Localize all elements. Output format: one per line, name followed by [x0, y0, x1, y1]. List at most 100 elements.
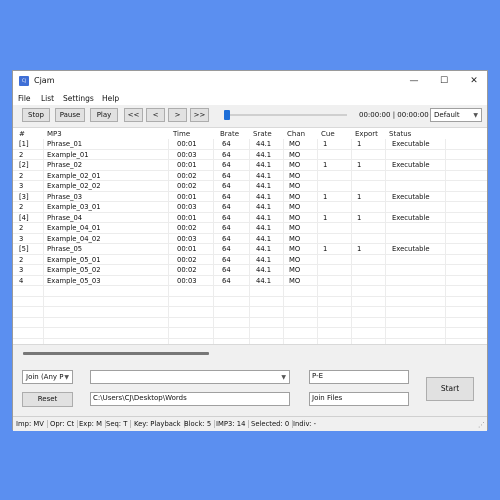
cell-brate: 64 — [222, 266, 231, 274]
cell-brate: 64 — [222, 161, 231, 169]
seek-slider-thumb[interactable] — [224, 110, 230, 120]
status-imp3: IMP3: 14 — [216, 420, 250, 428]
cell-srate: 44.1 — [256, 224, 272, 232]
cell-srate: 44.1 — [256, 234, 272, 243]
cell-chan: MO — [289, 276, 301, 285]
table-row[interactable]: [5] Phrase_05 00:01 64 44.1 MO 1 1 Executable — [13, 244, 487, 255]
cell-chan: MO — [289, 245, 301, 253]
table-row[interactable]: 2 Example_04_01 00:02 64 44.1 MO — [13, 223, 487, 234]
cell-brate: 64 — [222, 224, 231, 232]
pe-field-value: P-E — [312, 372, 324, 380]
empty-row — [13, 297, 487, 307]
cell-chan: MO — [289, 266, 301, 274]
title-bar[interactable]: CJ Cjam — ☐ ✕ — [13, 71, 487, 92]
first-button[interactable]: << — [124, 108, 143, 122]
cell-chan: MO — [289, 224, 301, 232]
column-header-mp3[interactable]: MP3 — [47, 130, 62, 138]
column-header-srate[interactable]: Srate — [253, 130, 272, 138]
resize-grip-icon[interactable]: ⋰ — [478, 421, 485, 429]
cell-srate: 44.1 — [256, 150, 272, 159]
cell-chan: MO — [289, 140, 301, 148]
table-row[interactable]: 4 Example_05_03 00:03 64 44.1 MO — [13, 276, 487, 286]
column-header-time[interactable]: Time — [173, 130, 190, 138]
previous-button[interactable]: < — [146, 108, 165, 122]
menu-help[interactable]: Help — [102, 94, 119, 103]
reset-button[interactable]: Reset — [22, 392, 73, 407]
track-list[interactable]: # MP3 Time Brate Srate Chan Cue Export S… — [13, 127, 487, 345]
cell-brate: 64 — [222, 245, 231, 253]
column-header-chan[interactable]: Chan — [287, 130, 305, 138]
cell-time: 00:02 — [177, 182, 197, 190]
cell-mp3: Example_05_02 — [47, 266, 101, 274]
column-header-status[interactable]: Status — [389, 130, 411, 138]
table-row[interactable]: [1] Phrase_01 00:01 64 44.1 MO 1 1 Executable — [13, 139, 487, 150]
start-button[interactable]: Start — [426, 377, 474, 401]
menu-file[interactable]: File — [18, 94, 31, 103]
table-row[interactable]: [2] Phrase_02 00:01 64 44.1 MO 1 1 Executable — [13, 160, 487, 171]
pe-field[interactable]: P-E — [309, 370, 409, 384]
cell-time: 00:02 — [177, 224, 197, 232]
menu-bar: File List Settings Help — [13, 92, 487, 105]
maximize-button[interactable]: ☐ — [429, 71, 459, 92]
cell-cue: 1 — [323, 161, 328, 169]
time-readout: 00:00:00 | 00:00:00 — [359, 111, 429, 119]
stop-button[interactable]: Stop — [22, 108, 50, 122]
next-button[interactable]: > — [168, 108, 187, 122]
cell-number: [4] — [19, 213, 29, 222]
chevron-down-icon: ▼ — [281, 374, 286, 381]
cell-srate: 44.1 — [256, 266, 272, 274]
path-field[interactable]: C:\Users\CJ\Desktop\Words — [90, 392, 290, 406]
cell-export: 1 — [357, 140, 362, 148]
close-button[interactable]: ✕ — [459, 71, 489, 92]
cell-time: 00:01 — [177, 213, 197, 222]
cell-status: Executable — [392, 245, 430, 253]
menu-list[interactable]: List — [41, 94, 54, 103]
list-header: # MP3 Time Brate Srate Chan Cue Export S… — [13, 128, 487, 139]
status-seq: Seq: T — [106, 420, 132, 428]
total-duration: | 00:00:00 — [392, 111, 429, 119]
table-row[interactable]: 2 Example_03_01 00:03 64 44.1 MO — [13, 202, 487, 213]
table-row[interactable]: 3 Example_05_02 00:02 64 44.1 MO — [13, 265, 487, 276]
cell-chan: MO — [289, 192, 301, 201]
cell-status: Executable — [392, 192, 430, 201]
cell-number: 2 — [19, 224, 24, 232]
cell-number: [1] — [19, 140, 29, 148]
chevron-down-icon: ▼ — [473, 112, 478, 119]
join-mode-dropdown[interactable]: Join (Any P ▼ — [22, 370, 73, 384]
join-files-field[interactable]: Join Files — [309, 392, 409, 406]
cell-chan: MO — [289, 161, 301, 169]
menu-settings[interactable]: Settings — [63, 94, 94, 103]
table-row[interactable]: 2 Example_02_01 00:02 64 44.1 MO — [13, 171, 487, 181]
minimize-button[interactable]: — — [399, 71, 429, 92]
cell-export: 1 — [357, 213, 362, 222]
preset-dropdown[interactable]: Default ▼ — [430, 108, 482, 122]
cell-status: Executable — [392, 213, 430, 222]
status-indiv: Indiv: - — [293, 420, 317, 428]
column-header-brate[interactable]: Brate — [220, 130, 239, 138]
table-row[interactable]: [3] Phrase_03 00:01 64 44.1 MO 1 1 Executable — [13, 192, 487, 202]
cell-chan: MO — [289, 255, 301, 264]
cell-number: 4 — [19, 276, 24, 285]
play-button[interactable]: Play — [90, 108, 118, 122]
table-row[interactable]: [4] Phrase_04 00:01 64 44.1 MO 1 1 Executable — [13, 213, 487, 223]
table-row[interactable]: 2 Example_05_01 00:02 64 44.1 MO — [13, 255, 487, 265]
cell-time: 00:02 — [177, 255, 197, 264]
column-header-export[interactable]: Export — [355, 130, 378, 138]
seek-track[interactable] — [227, 114, 347, 116]
table-row[interactable]: 3 Example_02_02 00:02 64 44.1 MO — [13, 181, 487, 192]
table-row[interactable]: 3 Example_04_02 00:03 64 44.1 MO — [13, 234, 487, 244]
pause-button[interactable]: Pause — [55, 108, 85, 122]
last-button[interactable]: >> — [190, 108, 209, 122]
column-header-number[interactable]: # — [19, 130, 25, 138]
status-block: Block: 5 — [184, 420, 216, 428]
horizontal-scrollbar[interactable] — [23, 352, 209, 355]
cell-mp3: Example_04_02 — [47, 234, 101, 243]
cell-srate: 44.1 — [256, 192, 272, 201]
cell-srate: 44.1 — [256, 276, 272, 285]
table-row[interactable]: 2 Example_01 00:03 64 44.1 MO — [13, 150, 487, 160]
cell-chan: MO — [289, 171, 301, 180]
empty-row — [13, 328, 487, 339]
file-combo[interactable]: ▼ — [90, 370, 290, 384]
column-header-cue[interactable]: Cue — [321, 130, 335, 138]
cell-number: [2] — [19, 161, 29, 169]
